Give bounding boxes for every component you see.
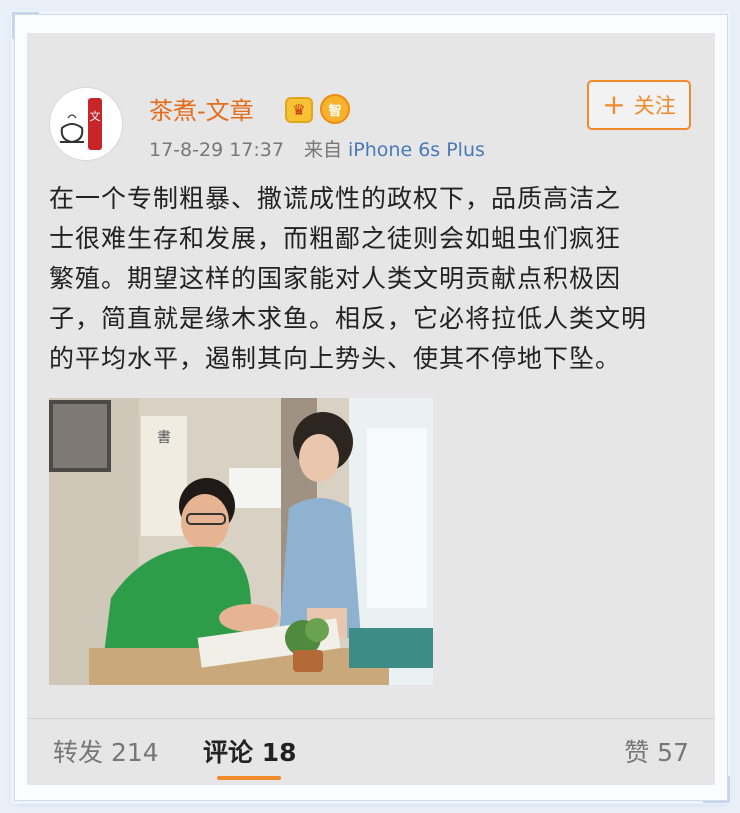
plus-icon: +: [602, 88, 626, 121]
like-button[interactable]: 赞 57: [624, 733, 689, 769]
screenshot-frame: 文 茶煮-文章 ♛ 智 17-8-29 17:37 来自 iPhone 6s Pl…: [12, 12, 730, 803]
weibo-post-card: 文 茶煮-文章 ♛ 智 17-8-29 17:37 来自 iPhone 6s Pl…: [27, 33, 715, 785]
post-body-line: 在一个专制粗暴、撒谎成性的政权下，品质高洁之: [49, 184, 622, 213]
username[interactable]: 茶煮-文章: [149, 91, 254, 126]
comment-tab[interactable]: 评论 18: [203, 733, 297, 769]
photo-image: 書: [49, 398, 433, 685]
post-timestamp: 17-8-29 17:37: [149, 139, 284, 161]
source-prefix: 来自: [304, 139, 343, 161]
post-body-line: 的平均水平，遏制其向上势头、使其不停地下坠。: [49, 344, 622, 373]
repost-button[interactable]: 转发 214: [53, 733, 159, 769]
post-body-line: 繁殖。期望这样的国家能对人类文明贡献点积极因: [49, 264, 622, 293]
post-body-line: 士很难生存和发展，而粗鄙之徒则会如蛆虫们疯狂: [49, 224, 622, 253]
action-bar: 转发 214 评论 18 赞 57: [27, 718, 715, 785]
svg-text:文: 文: [90, 109, 101, 123]
crown-badge-icon[interactable]: ♛: [285, 97, 313, 123]
follow-button[interactable]: + 关注: [587, 80, 691, 130]
follow-label: 关注: [633, 94, 676, 118]
active-tab-indicator: [217, 776, 281, 780]
post-source-link[interactable]: iPhone 6s Plus: [348, 139, 485, 161]
post-body-line: 子，简直就是缘木求鱼。相反，它必将拉低人类文明: [49, 304, 648, 333]
vip-badge-icon[interactable]: 智: [320, 94, 350, 124]
post-body: 在一个专制粗暴、撒谎成性的政权下，品质高洁之 士很难生存和发展，而粗鄙之徒则会如…: [49, 179, 699, 379]
teapot-logo-icon: 文: [60, 98, 102, 150]
post-meta: 17-8-29 17:37 来自 iPhone 6s Plus: [149, 135, 485, 162]
post-photo[interactable]: 書: [49, 398, 433, 685]
avatar[interactable]: 文: [49, 87, 123, 161]
svg-text:書: 書: [157, 430, 171, 446]
